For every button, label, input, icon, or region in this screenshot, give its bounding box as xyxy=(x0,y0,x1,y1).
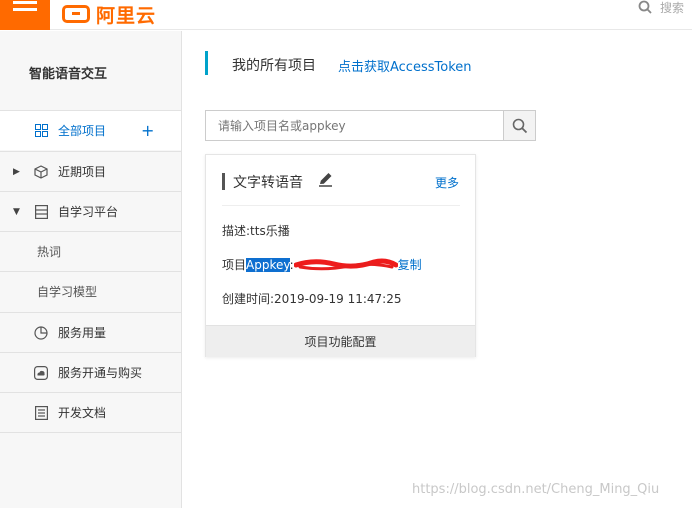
edit-icon[interactable] xyxy=(317,170,335,188)
menu-icon[interactable] xyxy=(0,0,50,30)
top-search[interactable]: 搜索 xyxy=(638,0,684,15)
sidebar-item-all-projects[interactable]: 全部项目 + xyxy=(0,110,181,150)
page-title: 我的所有项目 xyxy=(232,58,316,74)
sidebar-item-service-usage[interactable]: 服务用量 xyxy=(0,312,181,352)
sidebar-item-label: 开发文档 xyxy=(58,406,107,420)
project-created-time: 创建时间:2019-09-19 11:47:25 xyxy=(222,290,402,307)
top-bar: 阿里云 搜索 xyxy=(0,0,692,30)
appkey-prefix: 项目 xyxy=(222,258,247,272)
sidebar-item-label: 全部项目 xyxy=(58,124,107,138)
search-button[interactable] xyxy=(503,110,536,141)
add-project-icon[interactable]: + xyxy=(141,121,154,140)
project-search-input[interactable] xyxy=(206,111,503,140)
sidebar-item-dev-docs[interactable]: 开发文档 xyxy=(0,392,181,432)
more-link[interactable]: 更多 xyxy=(435,174,459,191)
project-appkey: 项目Appkey: 复制 xyxy=(222,256,422,273)
sidebar-item-hot-words[interactable]: 热词 xyxy=(0,231,181,271)
get-access-token-link[interactable]: 点击获取AccessToken xyxy=(338,56,472,75)
header-accent-bar xyxy=(205,51,208,75)
watermark: https://blog.csdn.net/Cheng_Ming_Qiu xyxy=(412,482,660,497)
sidebar-item-label: 服务开通与购买 xyxy=(58,366,143,380)
project-card: 文字转语音 更多 描述:tts乐播 项目Appkey: 复制 创建时间:2019-… xyxy=(205,154,476,357)
project-search-field[interactable] xyxy=(205,110,504,141)
pie-chart-icon xyxy=(34,325,48,340)
project-config-button[interactable]: 项目功能配置 xyxy=(206,325,475,357)
appkey-value-redacted xyxy=(293,258,398,271)
search-icon xyxy=(512,118,527,133)
caret-down-icon[interactable]: ▼ xyxy=(13,207,20,217)
logo-text: 阿里云 xyxy=(96,4,157,27)
sidebar-item-service-purchase[interactable]: 服务开通与购买 xyxy=(0,352,181,392)
description-value: tts乐播 xyxy=(250,224,290,238)
sidebar-divider xyxy=(0,432,181,433)
sidebar-title: 智能语音交互 xyxy=(29,67,108,82)
cube-icon xyxy=(34,164,48,179)
sidebar-item-self-learning[interactable]: ▼ 自学习平台 xyxy=(0,191,181,231)
sidebar-item-label: 服务用量 xyxy=(58,326,107,340)
server-icon xyxy=(34,204,48,219)
card-divider xyxy=(222,205,460,206)
sidebar-item-label: 自学习平台 xyxy=(58,205,119,219)
copy-appkey-link[interactable]: 复制 xyxy=(398,258,422,272)
sidebar-item-label: 热词 xyxy=(37,245,62,259)
sidebar: 智能语音交互 全部项目 + ▶ 近期项目 ▼ 自学习平台 热词 自学习模型 服务… xyxy=(0,31,182,508)
sidebar-item-label: 自学习模型 xyxy=(37,285,98,299)
grid-icon xyxy=(34,124,48,138)
created-value: 2019-09-19 11:47:25 xyxy=(274,292,402,306)
project-description: 描述:tts乐播 xyxy=(222,222,290,239)
card-accent-bar xyxy=(222,173,225,190)
document-icon xyxy=(34,405,48,420)
project-title: 文字转语音 xyxy=(233,175,303,191)
sidebar-item-recent-projects[interactable]: ▶ 近期项目 xyxy=(0,151,181,191)
aliyun-logo-icon xyxy=(62,5,90,23)
logo[interactable]: 阿里云 xyxy=(62,2,157,27)
created-label: 创建时间: xyxy=(222,292,275,306)
caret-right-icon[interactable]: ▶ xyxy=(13,167,20,177)
search-label: 搜索 xyxy=(659,0,684,15)
sidebar-item-self-learning-model[interactable]: 自学习模型 xyxy=(0,271,181,311)
cloud-icon xyxy=(34,365,48,380)
search-icon xyxy=(638,0,652,14)
appkey-label-selected: Appkey xyxy=(246,258,290,272)
description-label: 描述: xyxy=(222,224,251,238)
sidebar-item-label: 近期项目 xyxy=(58,165,107,179)
